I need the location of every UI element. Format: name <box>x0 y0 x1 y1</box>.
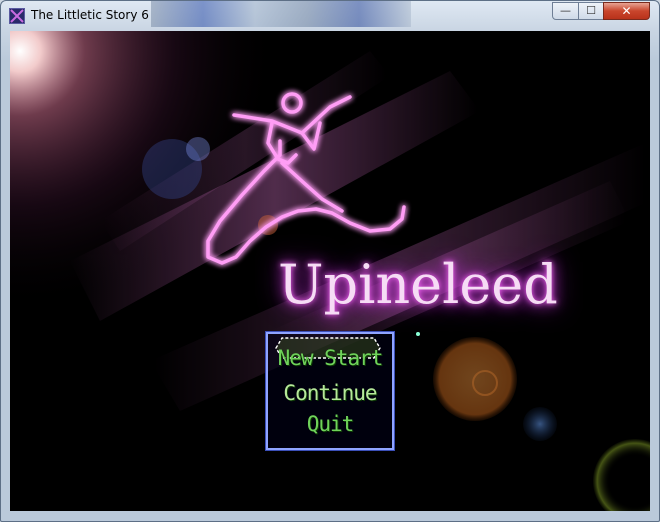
menu-item-continue[interactable]: Continue <box>268 378 392 408</box>
menu-item-quit[interactable]: Quit <box>268 409 392 439</box>
minimize-button[interactable]: — <box>552 2 579 20</box>
window-title: The Littletic Story 6 <box>31 8 149 22</box>
maximize-icon: ☐ <box>586 4 596 17</box>
close-button[interactable]: ✕ <box>603 2 650 20</box>
app-icon <box>9 8 25 24</box>
app-window: The Littletic Story 6 — ☐ ✕ Upineleed Ne… <box>0 0 660 522</box>
game-screen[interactable]: Upineleed New Start Continue Quit <box>10 31 650 511</box>
minimize-icon: — <box>560 4 571 17</box>
game-logo: Upineleed <box>278 253 558 316</box>
maximize-button[interactable]: ☐ <box>578 2 604 20</box>
close-icon: ✕ <box>621 4 632 18</box>
title-menu: New Start Continue Quit <box>265 331 395 451</box>
title-bar[interactable]: The Littletic Story 6 — ☐ ✕ <box>1 1 659 31</box>
menu-item-new-start[interactable]: New Start <box>268 343 392 373</box>
